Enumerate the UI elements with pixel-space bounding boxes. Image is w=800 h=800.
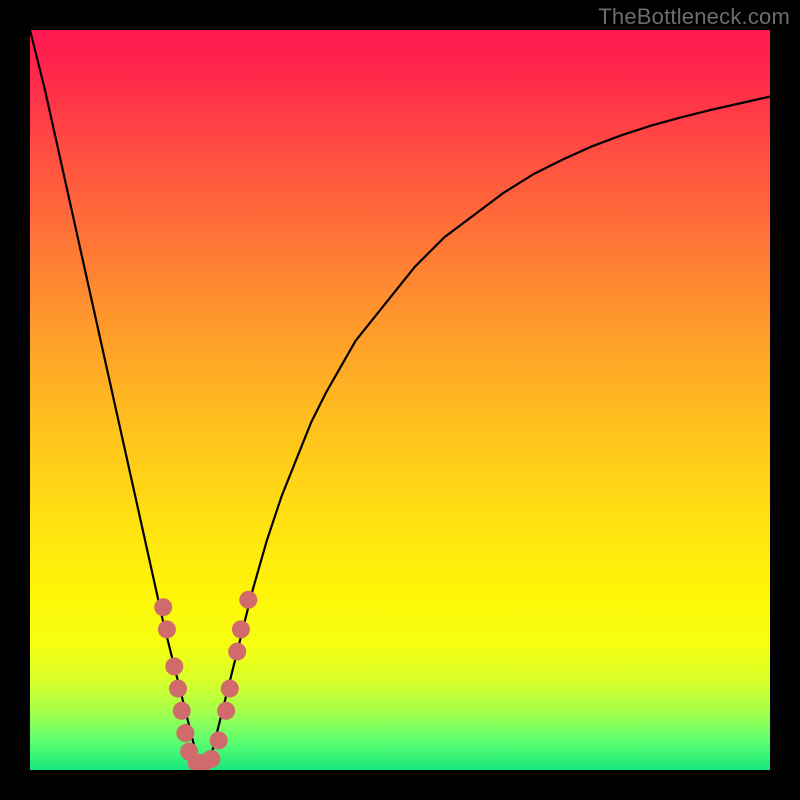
curve-marker: [217, 702, 235, 720]
curve-markers: [154, 591, 257, 770]
plot-area: [30, 30, 770, 770]
curve-marker: [239, 591, 257, 609]
chart-svg: [30, 30, 770, 770]
watermark-text: TheBottleneck.com: [598, 4, 790, 30]
curve-marker: [169, 680, 187, 698]
curve-marker: [221, 680, 239, 698]
bottleneck-curve: [30, 30, 770, 770]
curve-marker: [165, 657, 183, 675]
curve-marker: [202, 750, 220, 768]
curve-marker: [173, 702, 191, 720]
curve-marker: [210, 731, 228, 749]
curve-marker: [232, 620, 250, 638]
curve-marker: [154, 598, 172, 616]
curve-marker: [158, 620, 176, 638]
curve-marker: [228, 643, 246, 661]
curve-marker: [176, 724, 194, 742]
chart-frame: TheBottleneck.com: [0, 0, 800, 800]
